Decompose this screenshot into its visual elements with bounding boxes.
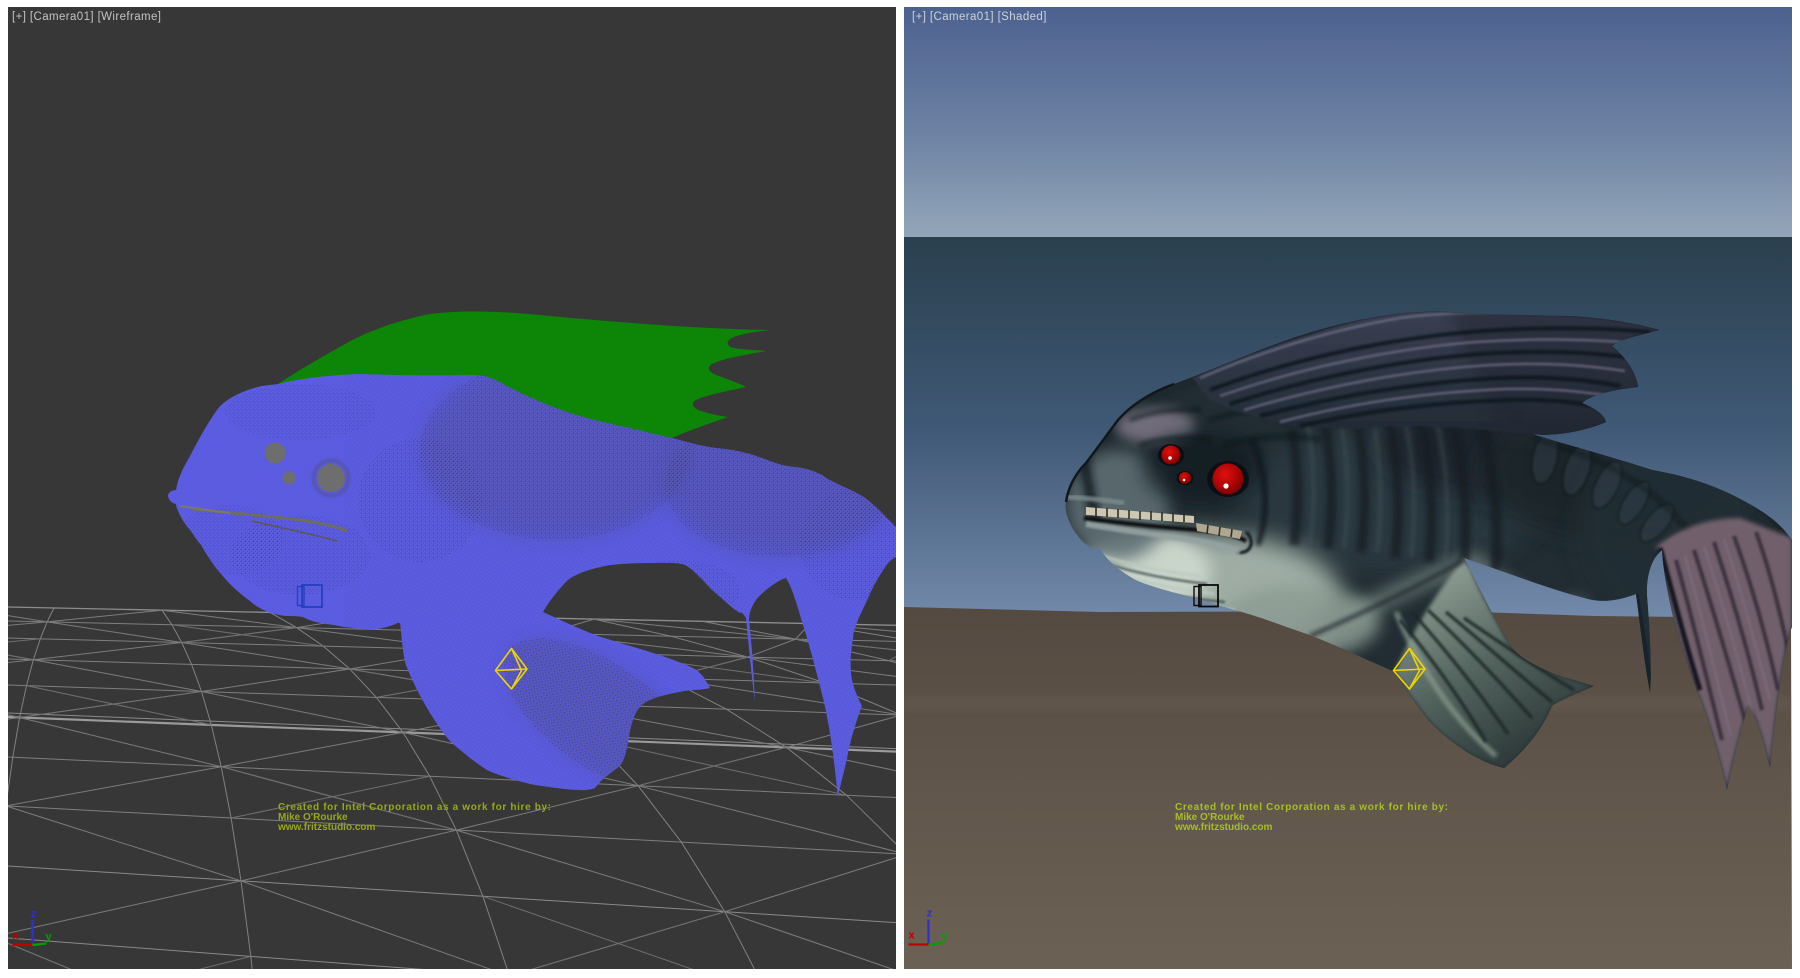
svg-text:z: z — [31, 908, 37, 920]
svg-text:y: y — [45, 931, 52, 943]
svg-text:z: z — [927, 908, 933, 920]
svg-text:x: x — [12, 930, 19, 942]
svg-text:www.fritzstudio.com: www.fritzstudio.com — [1174, 822, 1273, 833]
svg-text:www.fritzstudio.com: www.fritzstudio.com — [277, 822, 376, 833]
svg-text:y: y — [941, 931, 948, 943]
svg-text:x: x — [908, 930, 915, 942]
